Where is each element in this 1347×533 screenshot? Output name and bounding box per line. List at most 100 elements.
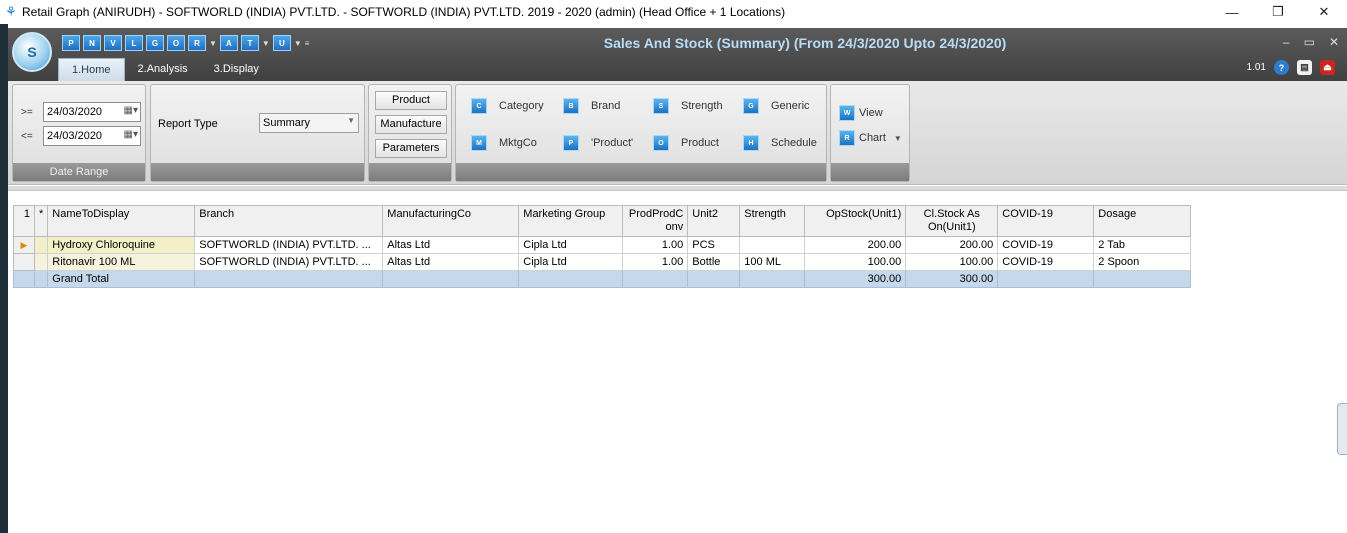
date-range-group: >= 24/03/2020 ▦▾ <= 24/03/2020 ▦▾ Date R…: [12, 84, 146, 182]
side-panel-tab[interactable]: [1337, 403, 1347, 455]
to-date-field[interactable]: 24/03/2020 ▦▾: [43, 126, 141, 146]
parameters-button[interactable]: Parameters: [375, 139, 447, 158]
table-row[interactable]: Ritonavir 100 ML SOFTWORLD (INDIA) PVT.L…: [13, 253, 1192, 271]
view-caption: [831, 163, 909, 181]
exit-icon[interactable]: ⏏: [1320, 60, 1335, 75]
dosage-cell[interactable]: 2 Spoon: [1093, 253, 1192, 271]
filter-generic[interactable]: G Generic: [743, 98, 810, 114]
chart-icon: R: [839, 130, 855, 146]
filter-brand[interactable]: B Brand: [563, 98, 620, 114]
tab-display[interactable]: 3.Display: [201, 58, 272, 81]
chevron-down-icon[interactable]: ▼: [894, 134, 902, 143]
tab-analysis[interactable]: 2.Analysis: [125, 58, 201, 81]
tab-home[interactable]: 1.Home: [58, 58, 125, 81]
name-cell[interactable]: Hydroxy Chloroquine: [47, 236, 196, 254]
quick-v-button[interactable]: V: [104, 35, 122, 51]
clstock-cell[interactable]: 100.00: [905, 253, 999, 271]
calendar-icon[interactable]: ▦▾: [124, 105, 138, 116]
close-button[interactable]: ✕: [1301, 0, 1347, 24]
calendar-icon[interactable]: ▦▾: [124, 129, 138, 140]
opstock-cell[interactable]: 100.00: [804, 253, 907, 271]
filter-category-label: Category: [499, 100, 544, 112]
notes-icon[interactable]: ▤: [1297, 60, 1312, 75]
quick-g-button[interactable]: G: [146, 35, 164, 51]
chevron-down-icon[interactable]: ▼: [294, 39, 302, 48]
product-quoted-icon: P: [563, 135, 579, 151]
filter-mktgco-label: MktgCo: [499, 137, 537, 149]
quick-r-button[interactable]: R: [188, 35, 206, 51]
help-icon[interactable]: ?: [1274, 60, 1289, 75]
clstock-cell[interactable]: 200.00: [905, 236, 999, 254]
quick-t-button[interactable]: T: [240, 35, 259, 51]
from-date-field[interactable]: 24/03/2020 ▦▾: [43, 102, 141, 122]
opstock-cell[interactable]: 200.00: [804, 236, 907, 254]
filter-product-quoted[interactable]: P 'Product': [563, 135, 633, 151]
row-selector-icon[interactable]: ▶: [13, 236, 35, 254]
quick-a-button[interactable]: A: [219, 35, 238, 51]
view-button[interactable]: W View: [839, 105, 883, 121]
mkt-cell[interactable]: Cipla Ltd: [518, 253, 624, 271]
quick-p-button[interactable]: P: [62, 35, 80, 51]
filter-schedule-label: Schedule: [771, 137, 817, 149]
quick-l-button[interactable]: L: [125, 35, 143, 51]
unit2-cell[interactable]: Bottle: [687, 253, 741, 271]
manufacture-button[interactable]: Manufacture: [375, 115, 447, 134]
col-header-name[interactable]: NameToDisplay: [47, 205, 196, 237]
col-header-opstock[interactable]: OpStock(Unit1): [804, 205, 907, 237]
conv-cell[interactable]: 1.00: [622, 236, 689, 254]
app-restore-button[interactable]: ▭: [1304, 35, 1315, 49]
filter-product[interactable]: O Product: [653, 135, 719, 151]
covid-cell[interactable]: COVID-19: [997, 236, 1095, 254]
col-header-star[interactable]: *: [33, 205, 49, 237]
branch-cell[interactable]: SOFTWORLD (INDIA) PVT.LTD. ...: [194, 253, 384, 271]
col-header-marketing-group[interactable]: Marketing Group: [518, 205, 624, 237]
filter-schedule[interactable]: H Schedule: [743, 135, 817, 151]
filter-category[interactable]: C Category: [471, 98, 544, 114]
branch-cell[interactable]: SOFTWORLD (INDIA) PVT.LTD. ...: [194, 236, 384, 254]
filter-strength[interactable]: S Strength: [653, 98, 723, 114]
quick-n-button[interactable]: N: [83, 35, 101, 51]
conv-cell[interactable]: 1.00: [622, 253, 689, 271]
filter-mktgco[interactable]: M MktgCo: [471, 135, 537, 151]
grand-total-row[interactable]: Grand Total 300.00 300.00: [13, 270, 1192, 288]
quick-o-button[interactable]: O: [167, 35, 185, 51]
chevron-down-icon[interactable]: ▼: [347, 116, 355, 125]
app-close-button[interactable]: ✕: [1329, 35, 1339, 49]
row-selector-cell[interactable]: [13, 253, 35, 271]
total-star-cell: [33, 270, 49, 288]
col-header-strength[interactable]: Strength: [739, 205, 806, 237]
app-menu-orb[interactable]: S: [12, 32, 52, 72]
chevron-down-icon[interactable]: ▼: [262, 39, 270, 48]
chevron-down-icon[interactable]: ▼: [209, 39, 217, 48]
mfg-cell[interactable]: Altas Ltd: [382, 253, 520, 271]
report-grid: 1 * NameToDisplay Branch ManufacturingCo…: [13, 205, 1192, 288]
from-date-value: 24/03/2020: [47, 106, 103, 118]
report-type-caption: [151, 163, 364, 181]
chart-button[interactable]: R Chart ▼: [839, 130, 902, 146]
unit2-cell[interactable]: PCS: [687, 236, 741, 254]
table-row[interactable]: ▶ Hydroxy Chloroquine SOFTWORLD (INDIA) …: [13, 236, 1192, 254]
mkt-cell[interactable]: Cipla Ltd: [518, 236, 624, 254]
maximize-button[interactable]: ❐: [1255, 0, 1301, 24]
col-header-branch[interactable]: Branch: [194, 205, 384, 237]
quick-u-button[interactable]: U: [272, 35, 291, 51]
minimize-button[interactable]: —: [1209, 0, 1255, 24]
col-header-unit2[interactable]: Unit2: [687, 205, 741, 237]
dosage-cell[interactable]: 2 Tab: [1093, 236, 1192, 254]
col-header-clstock[interactable]: Cl.Stock As On(Unit1): [905, 205, 999, 237]
covid-cell[interactable]: COVID-19: [997, 253, 1095, 271]
report-type-select[interactable]: Summary ▼: [259, 113, 359, 133]
customize-toolbar-icon[interactable]: ≡: [305, 39, 310, 48]
strength-cell[interactable]: [739, 236, 806, 254]
col-header-row-number[interactable]: 1: [13, 205, 35, 237]
report-type-value: Summary: [263, 117, 311, 129]
app-minimize-button[interactable]: –: [1283, 35, 1290, 49]
mfg-cell[interactable]: Altas Ltd: [382, 236, 520, 254]
col-header-covid[interactable]: COVID-19: [997, 205, 1095, 237]
col-header-manufacturing-co[interactable]: ManufacturingCo: [382, 205, 520, 237]
col-header-dosage[interactable]: Dosage: [1093, 205, 1192, 237]
col-header-prod-conv[interactable]: ProdProdConv: [622, 205, 689, 237]
name-cell[interactable]: Ritonavir 100 ML: [47, 253, 196, 271]
strength-cell[interactable]: 100 ML: [739, 253, 806, 271]
product-button[interactable]: Product: [375, 91, 447, 110]
